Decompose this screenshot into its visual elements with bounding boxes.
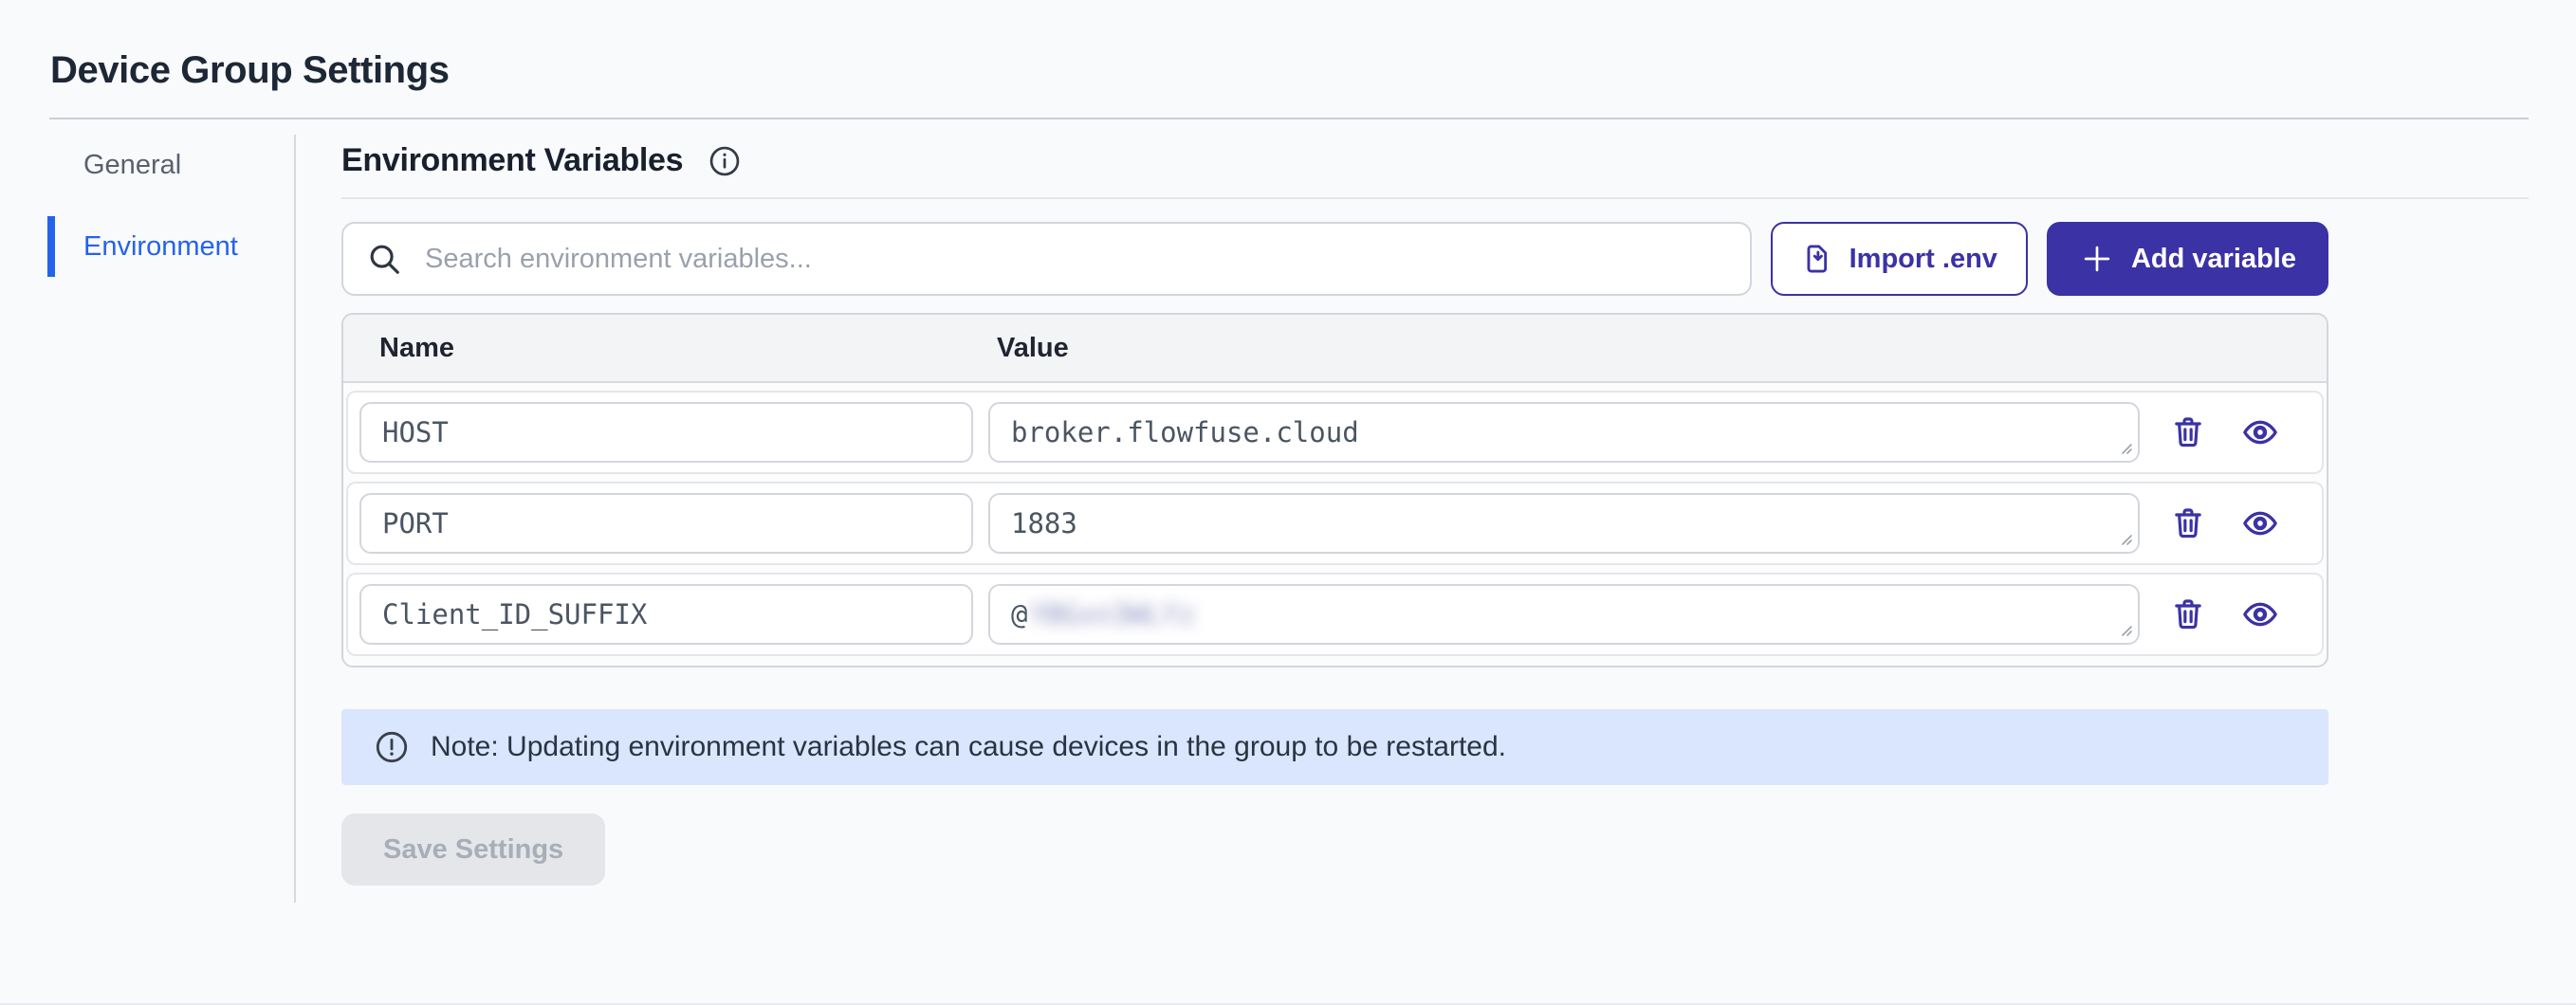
sidebar-item-environment[interactable]: Environment <box>47 216 247 277</box>
save-settings-button[interactable]: Save Settings <box>341 813 605 886</box>
note-text: Note: Updating environment variables can… <box>431 731 1506 763</box>
env-name-input[interactable] <box>359 402 973 463</box>
eye-icon <box>2239 504 2281 542</box>
reveal-value-button[interactable] <box>2236 592 2285 637</box>
trash-icon <box>2169 504 2207 542</box>
column-header-name: Name <box>343 333 972 364</box>
row-actions <box>2140 501 2310 546</box>
eye-icon <box>2239 595 2281 633</box>
column-header-value: Value <box>972 333 1069 364</box>
env-value-input[interactable] <box>988 493 2140 554</box>
env-value-input[interactable] <box>988 402 2140 463</box>
env-name-input[interactable] <box>359 584 973 645</box>
row-actions <box>2140 410 2310 455</box>
section-title: Environment Variables <box>341 140 683 180</box>
search-field-wrap <box>341 222 1752 296</box>
plus-icon <box>2079 241 2115 277</box>
reveal-value-button[interactable] <box>2236 410 2285 455</box>
settings-layout: General Environment Environment Variable… <box>0 135 2576 903</box>
env-value-redacted: YBGxn3WLYz <box>1029 598 1195 630</box>
info-circle-icon[interactable] <box>708 144 742 178</box>
note-banner: Note: Updating environment variables can… <box>341 709 2328 785</box>
delete-variable-button[interactable] <box>2165 501 2211 546</box>
settings-sidebar: General Environment <box>0 135 294 277</box>
table-row <box>346 391 2324 474</box>
env-value-wrap <box>988 493 2140 554</box>
trash-icon <box>2169 413 2207 451</box>
eye-icon <box>2239 413 2281 451</box>
title-divider <box>49 118 2529 119</box>
sidebar-item-general-label: General <box>83 150 181 180</box>
document-arrow-down-icon <box>1801 242 1835 276</box>
env-value-wrap <box>988 402 2140 463</box>
table-row <box>346 482 2324 565</box>
add-variable-button[interactable]: Add variable <box>2047 222 2328 296</box>
env-value-input[interactable]: @YBGxn3WLYz <box>988 584 2140 645</box>
environment-panel: Environment Variables Im <box>341 135 2529 886</box>
sidebar-item-environment-label: Environment <box>83 231 238 262</box>
search-input[interactable] <box>341 222 1752 296</box>
device-group-settings-page: { "page": { "title": "Device Group Setti… <box>0 47 2576 1005</box>
page-title: Device Group Settings <box>50 47 2529 93</box>
section-divider <box>341 197 2529 199</box>
table-header-row: Name Value <box>343 315 2327 383</box>
env-toolbar: Import .env Add variable <box>341 222 2328 296</box>
delete-variable-button[interactable] <box>2165 592 2211 637</box>
env-name-input[interactable] <box>359 493 973 554</box>
section-heading-row: Environment Variables <box>341 140 2529 180</box>
reveal-value-button[interactable] <box>2236 501 2285 546</box>
trash-icon <box>2169 595 2207 633</box>
env-value-prefix: @ <box>1011 598 1027 630</box>
alert-circle-icon <box>374 729 410 765</box>
delete-variable-button[interactable] <box>2165 410 2211 455</box>
table-row: @YBGxn3WLYz <box>346 573 2324 656</box>
sidebar-divider <box>294 135 296 903</box>
env-variables-table: Name Value <box>341 313 2328 667</box>
import-env-label: Import .env <box>1849 244 1997 275</box>
env-value-wrap: @YBGxn3WLYz <box>988 584 2140 645</box>
table-body: @YBGxn3WLYz <box>343 383 2327 666</box>
sidebar-item-general[interactable]: General <box>47 135 247 195</box>
add-variable-label: Add variable <box>2131 244 2296 275</box>
row-actions <box>2140 592 2310 637</box>
import-env-button[interactable]: Import .env <box>1771 222 2028 296</box>
